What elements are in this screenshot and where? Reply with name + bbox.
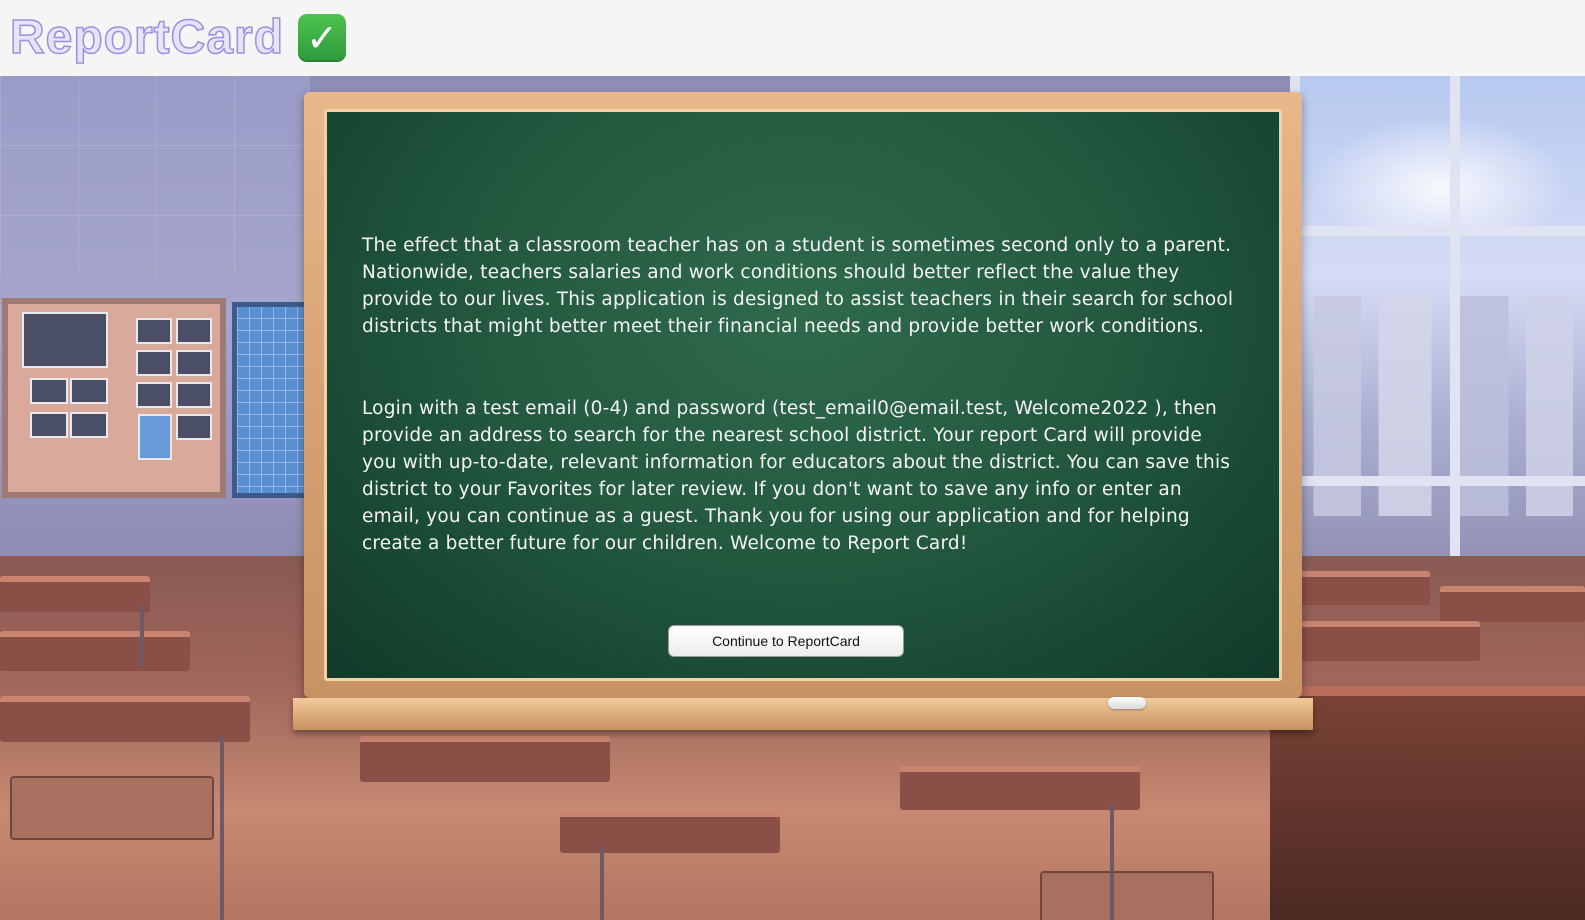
poster: [136, 382, 172, 408]
desk-leg: [600, 847, 604, 920]
poster: [30, 412, 68, 438]
poster: [30, 378, 68, 404]
continue-button[interactable]: Continue to ReportCard: [668, 625, 904, 657]
cork-bulletin-board: [2, 298, 226, 498]
check-mark-button-icon: ✓: [298, 14, 347, 62]
student-desk: [0, 696, 250, 742]
window-frame: [1290, 226, 1585, 236]
logo-text: ReportCard: [9, 10, 285, 65]
poster: [176, 382, 212, 408]
poster: [176, 414, 212, 440]
window-frame: [1290, 476, 1585, 486]
teacher-desk: [1270, 686, 1585, 920]
login-instructions: Login with a test email (0-4) and passwo…: [362, 398, 1231, 554]
poster: [70, 412, 108, 438]
student-desk: [560, 811, 780, 853]
desk-leg: [140, 606, 144, 666]
chalk-ledge: [293, 698, 1313, 730]
student-chair: [1040, 871, 1214, 920]
poster: [136, 318, 172, 344]
student-desk: [1300, 571, 1430, 605]
logo[interactable]: ReportCard ✓: [9, 8, 347, 68]
student-desk: [1440, 586, 1585, 622]
clouds: [1310, 116, 1570, 236]
poster: [136, 350, 172, 376]
desk-leg: [1110, 804, 1114, 920]
student-desk: [0, 631, 190, 671]
wall-tiles: [0, 76, 310, 276]
classroom-window: [1290, 76, 1585, 576]
left-wall: [0, 76, 312, 556]
student-desk: [1300, 621, 1480, 661]
schedule-board: [232, 302, 312, 498]
chalkboard-frame: The effect that a classroom teacher has …: [304, 92, 1302, 698]
poster: [176, 318, 212, 344]
poster: [70, 378, 108, 404]
desk-leg: [220, 736, 224, 920]
top-header: ReportCard ✓: [0, 0, 1585, 76]
poster: [22, 312, 108, 368]
student-chair: [10, 776, 214, 840]
chalkboard: The effect that a classroom teacher has …: [324, 109, 1282, 681]
student-desk: [0, 576, 150, 612]
window-frame: [1450, 76, 1460, 576]
poster: [176, 350, 212, 376]
intro-paragraph: The effect that a classroom teacher has …: [362, 235, 1234, 337]
chalk-piece: [1108, 697, 1146, 709]
student-desk: [900, 766, 1140, 810]
student-desk: [360, 736, 610, 782]
poster: [138, 414, 172, 460]
